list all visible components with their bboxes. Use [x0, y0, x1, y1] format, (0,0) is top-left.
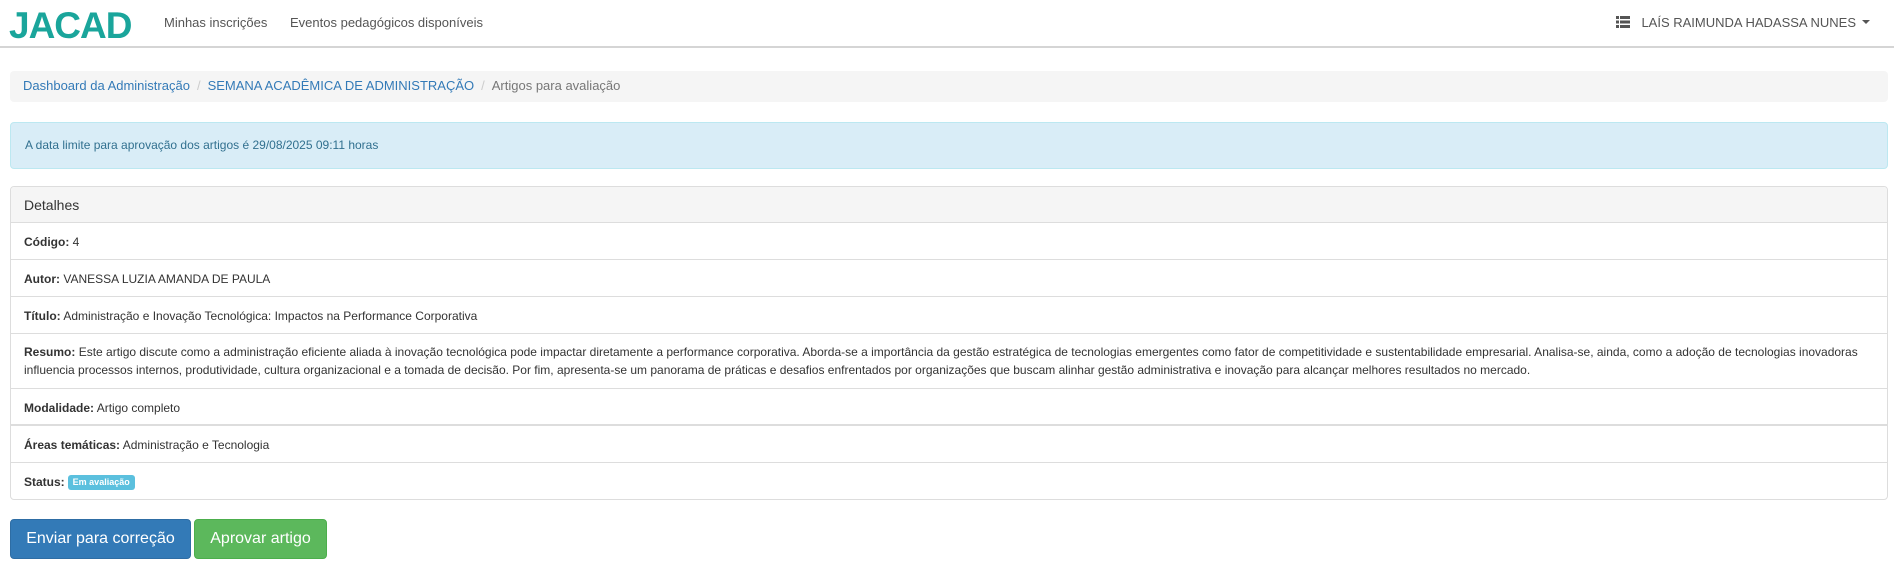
autor-value: VANESSA LUZIA AMANDA DE PAULA [63, 272, 271, 286]
breadcrumb: Dashboard da Administração / SEMANA ACADÊM… [10, 71, 1888, 102]
resumo-label: Resumo: [24, 345, 76, 359]
detail-titulo: Título: Administração e Inovação Tecnoló… [11, 297, 1887, 334]
codigo-value: 4 [72, 235, 80, 249]
modalidade-value: Artigo completo [96, 401, 181, 415]
user-menu[interactable]: LAÍS RAIMUNDA HADASSA NUNES [1641, 15, 1870, 30]
nav-link-eventos-disponiveis[interactable]: Eventos pedagógicos disponíveis [290, 15, 483, 30]
modalidade-label: Modalidade: [24, 401, 95, 415]
resumo-value: Este artigo discute como a administração… [24, 345, 1858, 377]
panel-title: Detalhes [11, 187, 1887, 223]
breadcrumb-separator: / [481, 78, 485, 93]
detail-status: Status: Em avaliação [11, 463, 1887, 500]
detail-codigo: Código: 4 [11, 223, 1887, 260]
detail-autor: Autor: VANESSA LUZIA AMANDA DE PAULA [11, 260, 1887, 297]
status-badge: Em avaliação [67, 475, 135, 490]
areas-value: Administração e Tecnologia [122, 438, 270, 452]
nav-link-minhas-inscricoes[interactable]: Minhas inscrições [164, 15, 267, 30]
svg-text:JACAD: JACAD [9, 5, 132, 45]
status-label: Status: [24, 475, 65, 489]
deadline-alert: A data limite para aprovação dos artigos… [10, 122, 1888, 169]
detail-modalidade: Modalidade: Artigo completo [11, 389, 1887, 426]
detail-resumo: Resumo: Este artigo discute como a admin… [11, 334, 1887, 389]
detail-areas: Áreas temáticas: Administração e Tecnolo… [11, 426, 1887, 463]
breadcrumb-separator: / [196, 78, 201, 93]
titulo-value: Administração e Inovação Tecnológica: Im… [63, 309, 478, 323]
caret-down-icon [1862, 20, 1870, 24]
codigo-label: Código: [24, 235, 70, 249]
details-panel: Detalhes Código: 4 Autor: VANESSA LUZIA … [10, 186, 1888, 500]
jacad-logo[interactable]: JACAD [9, 5, 137, 45]
breadcrumb-dashboard[interactable]: Dashboard da Administração [23, 78, 190, 93]
titulo-label: Título: [24, 309, 61, 323]
areas-label: Áreas temáticas: [24, 438, 121, 452]
approve-article-button[interactable]: Aprovar artigo [194, 519, 327, 559]
send-correction-button[interactable]: Enviar para correção [10, 519, 191, 559]
autor-label: Autor: [24, 272, 60, 286]
user-name: LAÍS RAIMUNDA HADASSA NUNES [1641, 15, 1856, 30]
navbar: JACAD Minhas inscrições Eventos pedagógi… [0, 0, 1894, 48]
list-icon[interactable] [1616, 16, 1630, 28]
breadcrumb-event[interactable]: SEMANA ACADÊMICA DE ADMINISTRAÇÃO [208, 78, 475, 93]
breadcrumb-active: Artigos para avaliação [491, 78, 621, 93]
